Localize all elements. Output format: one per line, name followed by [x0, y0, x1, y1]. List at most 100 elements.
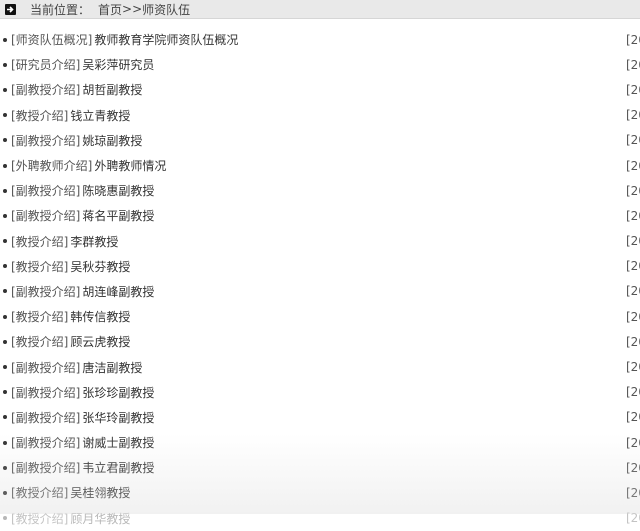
item-title-link[interactable]: 蒋名平副教授 — [82, 207, 154, 224]
item-date: [20 — [626, 511, 640, 526]
item-title-link[interactable]: 陈晓惠副教授 — [82, 182, 154, 199]
item-date: [20 — [626, 360, 640, 375]
item-title-link[interactable]: 姚琼副教授 — [82, 132, 142, 149]
bullet-icon — [3, 239, 7, 244]
list-item: [副教授介绍] 张珍珍副教授 [20 — [0, 380, 640, 405]
item-date: [20 — [626, 309, 640, 324]
item-date: [20 — [626, 183, 640, 198]
item-category: [外聘教师介绍] — [11, 159, 93, 174]
bullet-icon — [3, 339, 7, 344]
item-title-link[interactable]: 张珍珍副教授 — [82, 384, 154, 401]
list-item: [师资队伍概况] 教师教育学院师资队伍概况 [20 — [0, 27, 640, 52]
list-item: [教授介绍] 吴桂翎教授 [20 — [0, 480, 640, 505]
bullet-icon — [3, 113, 7, 118]
bullet-icon — [3, 390, 7, 395]
bullet-icon — [3, 62, 7, 67]
item-category: [师资队伍概况] — [11, 33, 93, 48]
bullet-icon — [3, 365, 7, 370]
list-item: [研究员介绍] 吴彩萍研究员 [20 — [0, 52, 640, 77]
item-date: [20 — [626, 57, 640, 72]
item-title-link[interactable]: 李群教授 — [70, 233, 118, 250]
item-date: [20 — [626, 133, 640, 148]
item-title-link[interactable]: 钱立青教授 — [70, 107, 130, 124]
item-date: [20 — [626, 208, 640, 223]
item-category: [副教授介绍] — [11, 461, 81, 476]
list-item: [副教授介绍] 蒋名平副教授 [20 — [0, 203, 640, 228]
item-title-link[interactable]: 顾月华教授 — [70, 510, 130, 527]
item-title-link[interactable]: 教师教育学院师资队伍概况 — [94, 31, 238, 48]
item-title-link[interactable]: 谢威士副教授 — [82, 434, 154, 451]
item-title-link[interactable]: 胡连峰副教授 — [82, 283, 154, 300]
list-item: [副教授介绍] 唐洁副教授 [20 — [0, 354, 640, 379]
item-date: [20 — [626, 485, 640, 500]
list-item: [副教授介绍] 陈晓惠副教授 [20 — [0, 178, 640, 203]
breadcrumb-label: 当前位置： — [30, 2, 91, 17]
list-item: [教授介绍] 李群教授 [20 — [0, 229, 640, 254]
item-category: [副教授介绍] — [11, 385, 81, 400]
list-item: [教授介绍] 顾月华教授 [20 — [0, 506, 640, 531]
bullet-icon — [3, 138, 7, 143]
bullet-icon — [3, 289, 7, 294]
list-item: [副教授介绍] 胡连峰副教授 [20 — [0, 279, 640, 304]
bullet-icon — [3, 516, 7, 521]
bullet-icon — [3, 415, 7, 420]
list-item: [副教授介绍] 谢威士副教授 [20 — [0, 430, 640, 455]
item-title-link[interactable]: 外聘教师情况 — [94, 157, 166, 174]
item-date: [20 — [626, 234, 640, 249]
bullet-icon — [3, 87, 7, 92]
item-title-link[interactable]: 韩传信教授 — [70, 308, 130, 325]
list-item: [教授介绍] 钱立青教授 [20 — [0, 103, 640, 128]
bullet-icon — [3, 37, 7, 42]
item-title-link[interactable]: 唐洁副教授 — [82, 359, 142, 376]
item-category: [副教授介绍] — [11, 360, 81, 375]
breadcrumb-home-link[interactable]: 首页 — [98, 1, 122, 18]
item-date: [20 — [626, 435, 640, 450]
bullet-icon — [3, 440, 7, 445]
arrow-right-icon — [5, 3, 16, 15]
bullet-icon — [3, 163, 7, 168]
item-title-link[interactable]: 吴彩萍研究员 — [82, 56, 154, 73]
breadcrumb-separator: >> — [122, 2, 143, 16]
item-date: [20 — [626, 460, 640, 475]
item-date: [20 — [626, 410, 640, 425]
list-item: [教授介绍] 顾云虎教授 [20 — [0, 329, 640, 354]
item-date: [20 — [626, 158, 640, 173]
item-category: [副教授介绍] — [11, 284, 81, 299]
list-item: [教授介绍] 吴秋芬教授 [20 — [0, 254, 640, 279]
item-category: [教授介绍] — [11, 259, 69, 274]
item-category: [教授介绍] — [11, 234, 69, 249]
bullet-icon — [3, 264, 7, 269]
item-title-link[interactable]: 胡哲副教授 — [82, 81, 142, 98]
item-date: [20 — [626, 32, 640, 47]
item-date: [20 — [626, 82, 640, 97]
list-item: [副教授介绍] 韦立君副教授 [20 — [0, 455, 640, 480]
item-date: [20 — [626, 284, 640, 299]
item-category: [副教授介绍] — [11, 410, 81, 425]
bullet-icon — [3, 213, 7, 218]
item-category: [教授介绍] — [11, 310, 69, 325]
item-date: [20 — [626, 334, 640, 349]
bullet-icon — [3, 314, 7, 319]
breadcrumb: 当前位置： 首页 >> 师资队伍 — [0, 0, 640, 19]
item-date: [20 — [626, 385, 640, 400]
item-category: [教授介绍] — [11, 108, 69, 123]
list-item: [教授介绍] 韩传信教授 [20 — [0, 304, 640, 329]
bullet-icon — [3, 465, 7, 470]
item-title-link[interactable]: 吴桂翎教授 — [70, 484, 130, 501]
article-list: [师资队伍概况] 教师教育学院师资队伍概况 [20 [研究员介绍] 吴彩萍研究员… — [0, 27, 640, 531]
item-category: [副教授介绍] — [11, 436, 81, 451]
bullet-icon — [3, 188, 7, 193]
item-title-link[interactable]: 吴秋芬教授 — [70, 258, 130, 275]
list-item: [外聘教师介绍] 外聘教师情况 [20 — [0, 153, 640, 178]
list-item: [副教授介绍] 张华玲副教授 [20 — [0, 405, 640, 430]
item-category: [教授介绍] — [11, 511, 69, 526]
item-title-link[interactable]: 韦立君副教授 — [82, 459, 154, 476]
item-category: [副教授介绍] — [11, 83, 81, 98]
item-date: [20 — [626, 108, 640, 123]
list-item: [副教授介绍] 胡哲副教授 [20 — [0, 77, 640, 102]
item-title-link[interactable]: 顾云虎教授 — [70, 333, 130, 350]
item-date: [20 — [626, 259, 640, 274]
list-item: [副教授介绍] 姚琼副教授 [20 — [0, 128, 640, 153]
breadcrumb-current: 师资队伍 — [142, 2, 191, 17]
item-title-link[interactable]: 张华玲副教授 — [82, 409, 154, 426]
